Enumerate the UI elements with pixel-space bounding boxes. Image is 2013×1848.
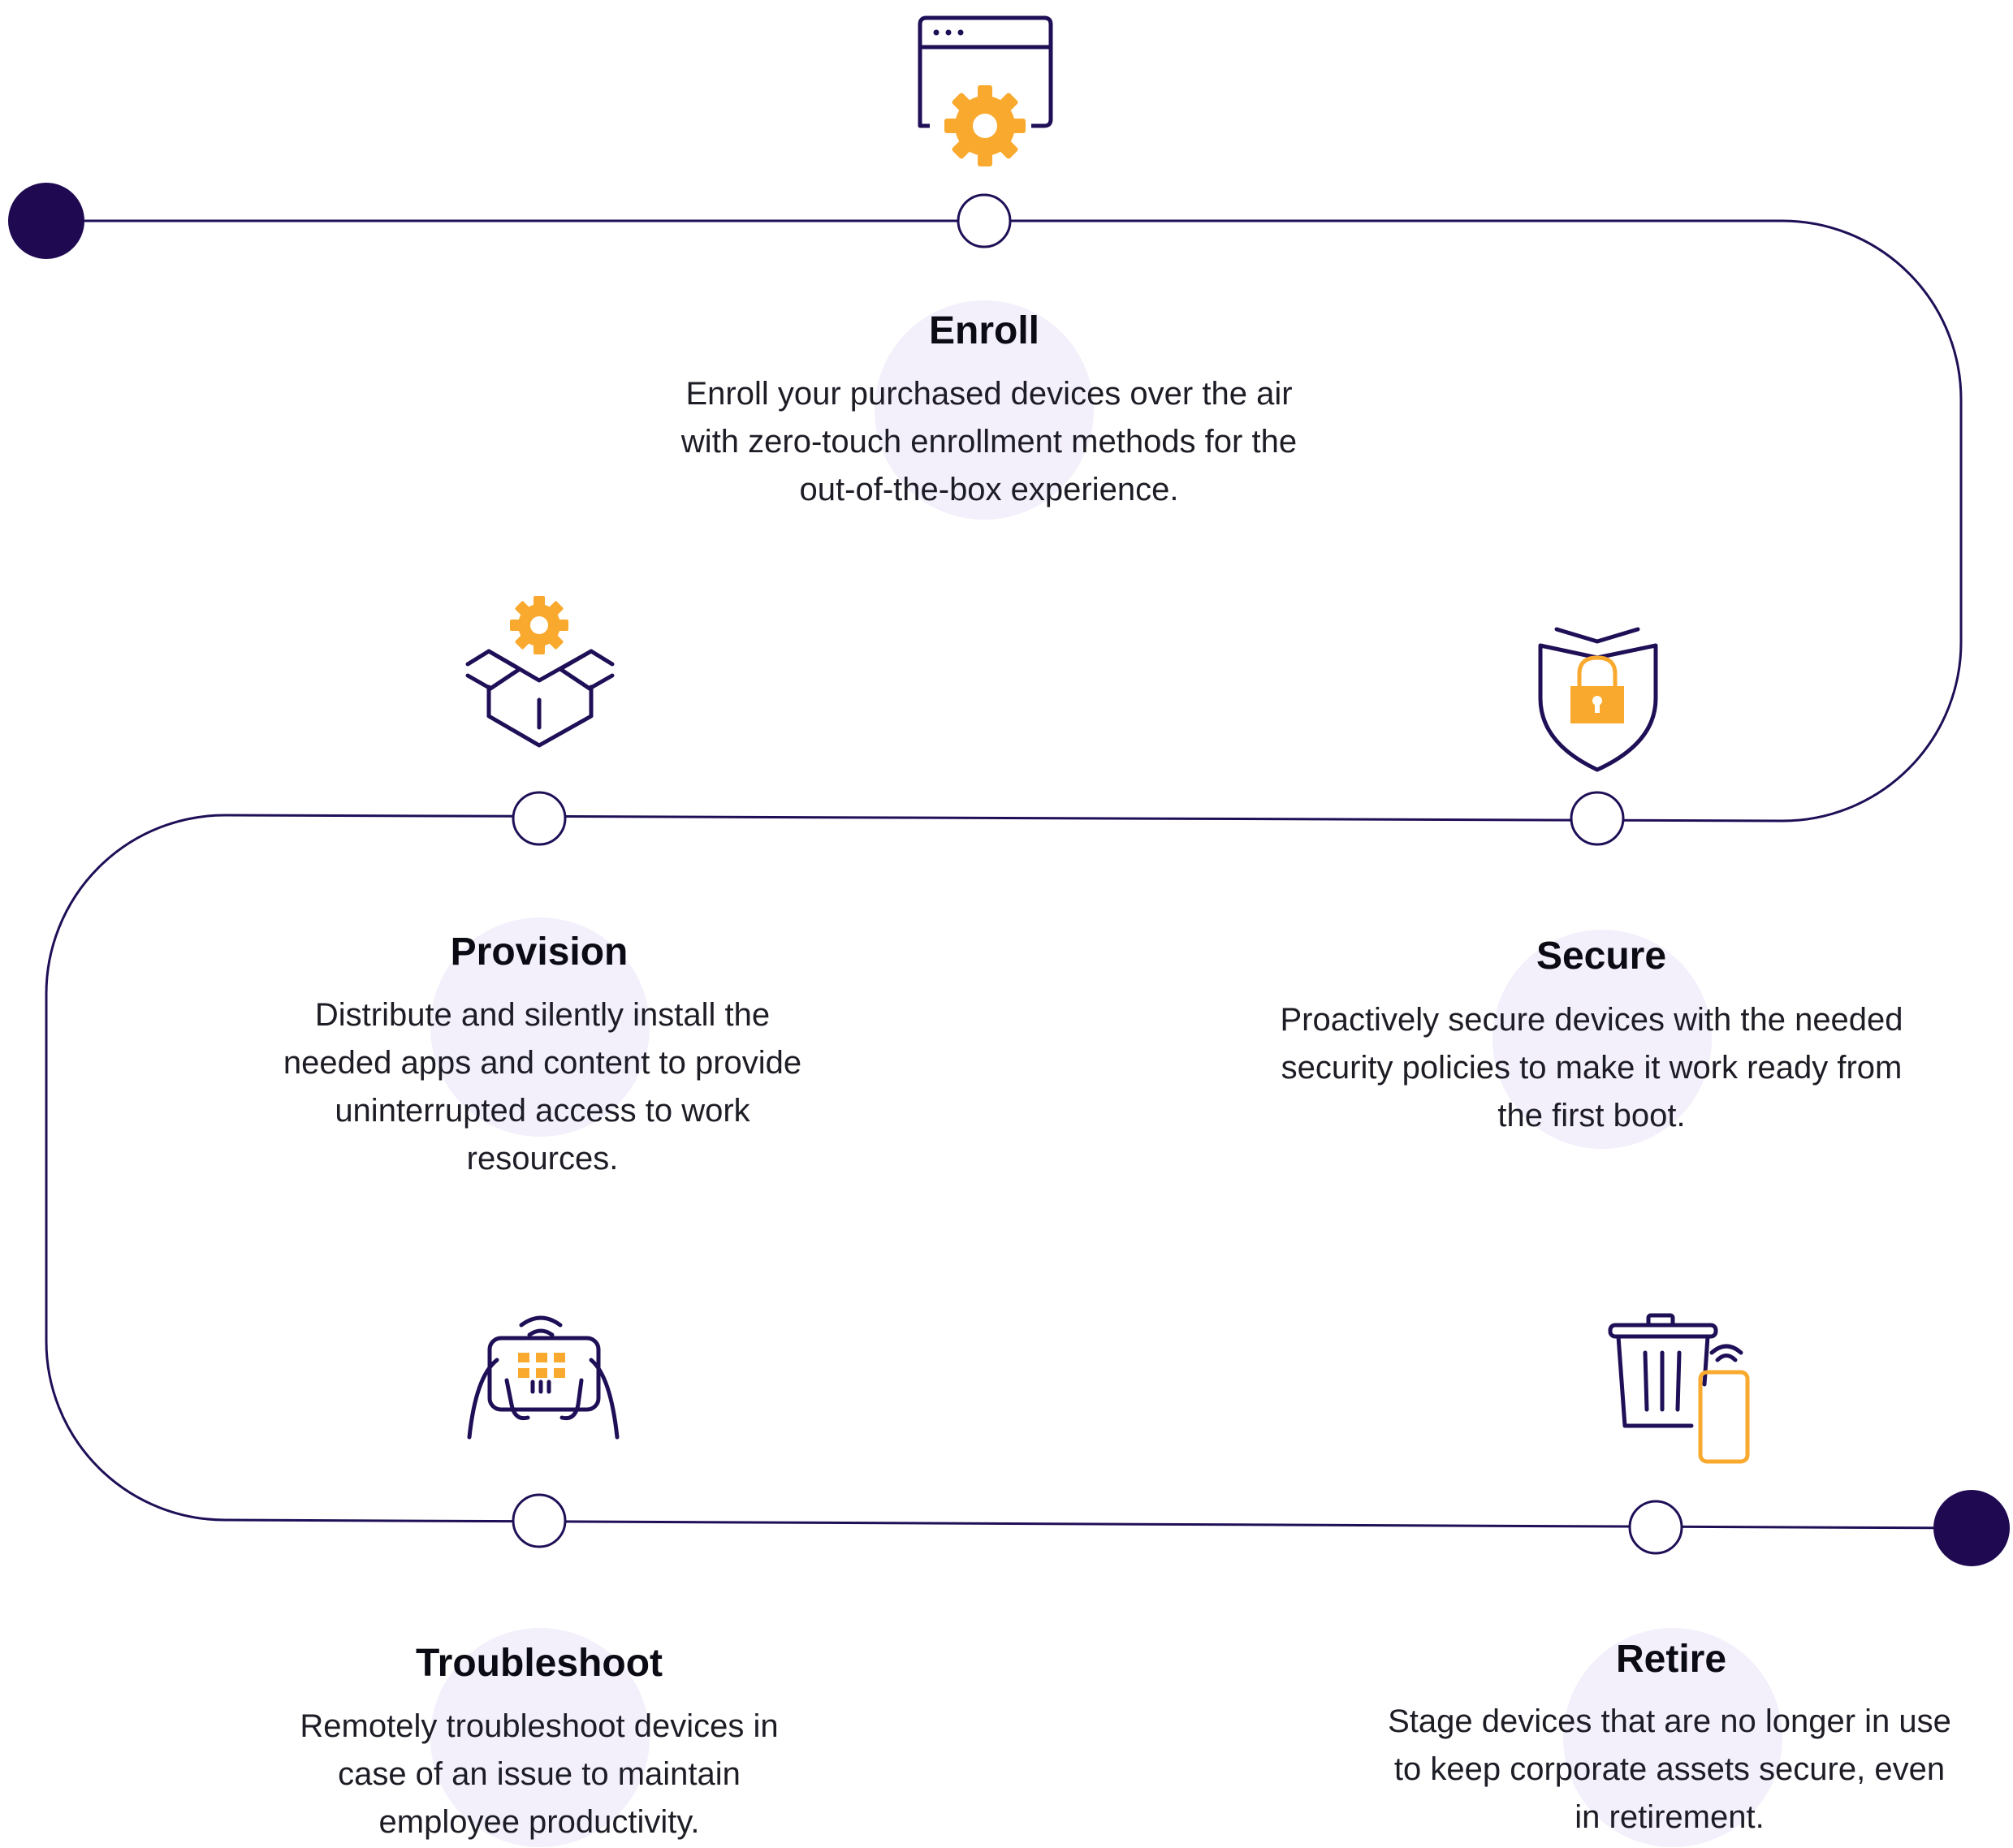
box-gear-icon	[465, 596, 615, 748]
device-lifecycle-diagram: Enroll Enroll your purchased devices ove…	[0, 0, 2013, 1848]
provision-title: Provision	[450, 930, 629, 974]
retire-title: Retire	[1615, 1638, 1727, 1681]
troubleshoot-description: Remotely troubleshoot devices in case of…	[300, 1708, 779, 1840]
enroll-title: Enroll	[928, 309, 1040, 352]
provision-description: Distribute and silently install the need…	[283, 997, 802, 1177]
enroll-description: Enroll your purchased devices over the a…	[680, 376, 1298, 507]
trash-phone-icon	[1608, 1313, 1750, 1464]
stage-icons	[465, 15, 1750, 1464]
secure-description: Proactively secure devices with the need…	[1280, 1002, 1903, 1133]
retire-description: Stage devices that are no longer in use …	[1388, 1703, 1951, 1835]
shield-lock-icon	[1538, 627, 1658, 772]
tablet-hands-wifi-icon	[467, 1315, 620, 1440]
secure-title: Secure	[1536, 935, 1667, 978]
troubleshoot-title: Troubleshoot	[416, 1642, 663, 1685]
browser-gear-icon	[918, 15, 1053, 166]
